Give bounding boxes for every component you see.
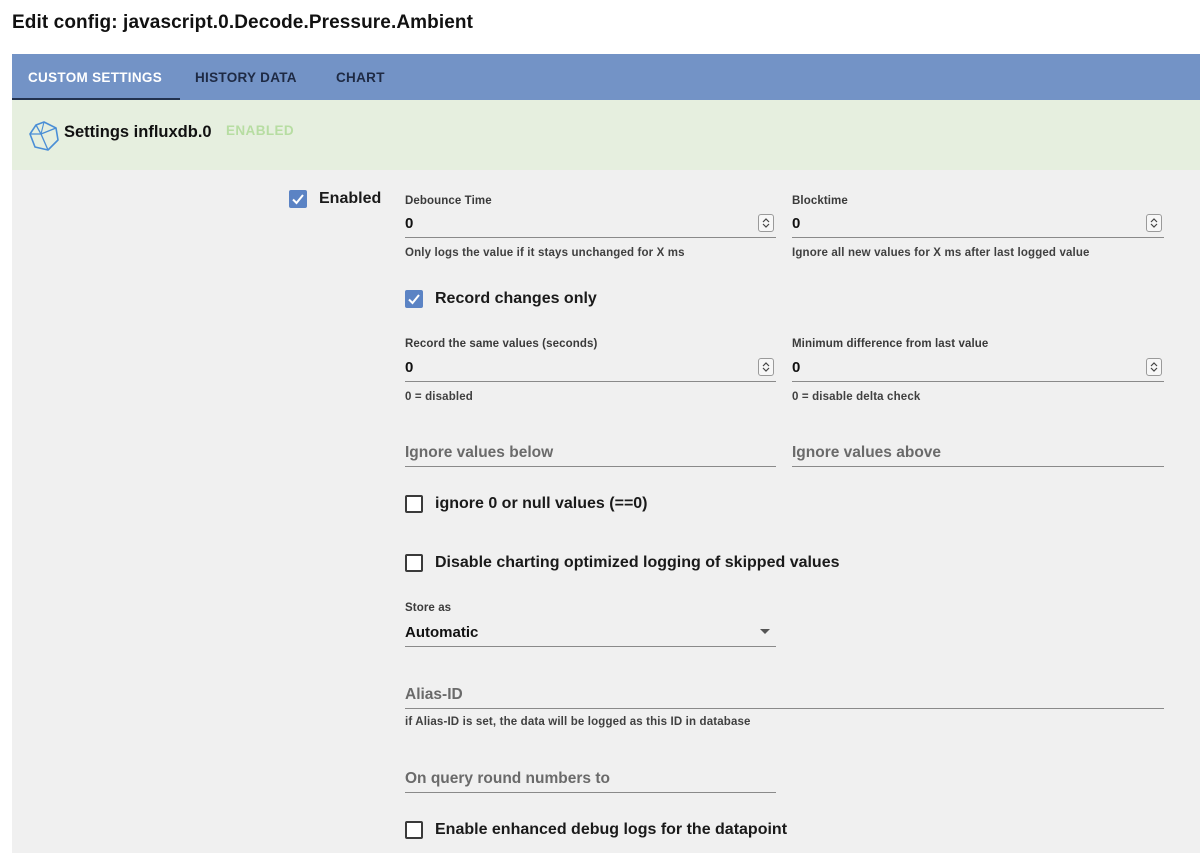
tab-chart[interactable]: CHART: [336, 54, 385, 100]
disable-skipped-checkbox[interactable]: [405, 554, 423, 572]
enabled-label: Enabled: [319, 190, 382, 207]
alias-id-helper: if Alias-ID is set, the data will be log…: [405, 716, 751, 728]
chevron-down-icon: [760, 629, 770, 634]
influxdb-logo-icon: [29, 121, 59, 151]
blocktime-input[interactable]: 0: [792, 212, 1164, 238]
instance-title: Settings influxdb.0: [64, 123, 212, 141]
blocktime-helper: Ignore all new values for X ms after las…: [792, 247, 1090, 259]
min-difference-helper: 0 = disable delta check: [792, 391, 921, 403]
store-as-label: Store as: [405, 602, 452, 614]
debounce-value: 0: [405, 215, 414, 232]
round-numbers-input[interactable]: On query round numbers to: [405, 767, 776, 793]
record-same-values-stepper[interactable]: [758, 358, 774, 376]
instance-header: Settings influxdb.0 ENABLED: [12, 100, 1200, 170]
enabled-checkbox[interactable]: [289, 190, 307, 208]
min-difference-stepper[interactable]: [1146, 358, 1162, 376]
ignore-zero-label: ignore 0 or null values (==0): [435, 495, 648, 512]
alias-id-input[interactable]: Alias-ID: [405, 683, 1164, 709]
stepper-arrows-icon: [1150, 218, 1158, 228]
blocktime-value: 0: [792, 215, 801, 232]
record-same-values-helper: 0 = disabled: [405, 391, 473, 403]
stepper-arrows-icon: [762, 362, 770, 372]
blocktime-label: Blocktime: [792, 195, 848, 207]
ignore-above-placeholder: Ignore values above: [792, 444, 942, 461]
blocktime-stepper[interactable]: [1146, 214, 1162, 232]
page-title: Edit config: javascript.0.Decode.Pressur…: [12, 12, 474, 33]
tab-bar: CUSTOM SETTINGS HISTORY DATA CHART: [12, 54, 1200, 100]
min-difference-value: 0: [792, 359, 801, 376]
check-icon: [292, 194, 304, 205]
debounce-helper: Only logs the value if it stays unchange…: [405, 247, 685, 259]
ignore-above-input[interactable]: Ignore values above: [792, 441, 1164, 467]
disable-skipped-label: Disable charting optimized logging of sk…: [435, 554, 840, 571]
record-same-values-input[interactable]: 0: [405, 356, 776, 382]
alias-id-placeholder: Alias-ID: [405, 686, 463, 703]
record-changes-only-label: Record changes only: [435, 290, 597, 307]
store-as-select[interactable]: Automatic: [405, 621, 776, 647]
tab-history-data[interactable]: HISTORY DATA: [195, 54, 297, 100]
ignore-below-placeholder: Ignore values below: [405, 444, 554, 461]
record-same-values-label: Record the same values (seconds): [405, 338, 598, 350]
min-difference-input[interactable]: 0: [792, 356, 1164, 382]
round-numbers-placeholder: On query round numbers to: [405, 770, 610, 787]
ignore-zero-checkbox[interactable]: [405, 495, 423, 513]
debounce-stepper[interactable]: [758, 214, 774, 232]
record-same-values-value: 0: [405, 359, 414, 376]
config-panel: CUSTOM SETTINGS HISTORY DATA CHART Setti…: [12, 54, 1200, 853]
record-changes-only-checkbox[interactable]: [405, 290, 423, 308]
store-as-value: Automatic: [405, 624, 479, 641]
min-difference-label: Minimum difference from last value: [792, 338, 989, 350]
tab-custom-settings[interactable]: CUSTOM SETTINGS: [28, 54, 162, 100]
check-icon: [408, 294, 420, 305]
debug-logs-checkbox[interactable]: [405, 821, 423, 839]
debounce-label: Debounce Time: [405, 195, 492, 207]
stepper-arrows-icon: [1150, 362, 1158, 372]
instance-status-badge: ENABLED: [226, 123, 295, 138]
stepper-arrows-icon: [762, 218, 770, 228]
ignore-below-input[interactable]: Ignore values below: [405, 441, 776, 467]
debug-logs-label: Enable enhanced debug logs for the datap…: [435, 821, 788, 838]
debounce-input[interactable]: 0: [405, 212, 776, 238]
